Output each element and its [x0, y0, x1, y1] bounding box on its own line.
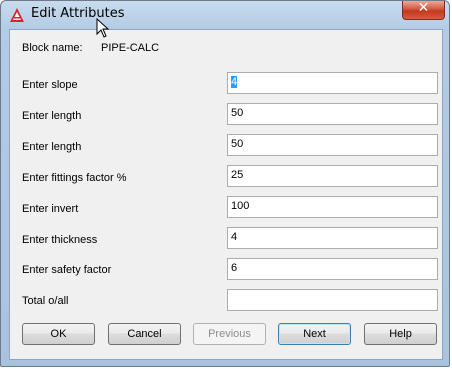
slope-input[interactable]: 4: [227, 72, 438, 94]
ok-button[interactable]: OK: [22, 323, 95, 345]
mouse-pointer-icon: [96, 18, 110, 38]
autocad-logo-icon: [10, 8, 24, 22]
close-icon: ✕: [417, 0, 430, 16]
field-label-length-2: Enter length: [22, 141, 82, 153]
dialog-body: Block name: PIPE-CALC Enter slope 4 Ente…: [9, 29, 443, 360]
field-label-slope: Enter slope: [22, 79, 78, 91]
field-label-length-1: Enter length: [22, 110, 82, 122]
field-label-total-overall: Total o/all: [22, 295, 69, 307]
next-button[interactable]: Next: [278, 323, 351, 345]
fittings-factor-input[interactable]: 25: [227, 165, 438, 187]
invert-input[interactable]: 100: [227, 196, 438, 218]
length-input-1[interactable]: 50: [227, 103, 438, 125]
length-input-2[interactable]: 50: [227, 134, 438, 156]
cancel-button[interactable]: Cancel: [108, 323, 181, 345]
previous-button[interactable]: Previous: [193, 323, 266, 345]
field-label-fittings-factor: Enter fittings factor %: [22, 172, 127, 184]
field-label-invert: Enter invert: [22, 203, 79, 215]
edit-attributes-dialog: Edit Attributes ✕ Block name: PIPE-CALC …: [0, 0, 450, 367]
thickness-input[interactable]: 4: [227, 227, 438, 249]
close-button[interactable]: ✕: [402, 0, 445, 20]
field-label-safety-factor: Enter safety factor: [22, 264, 112, 276]
block-name-value: PIPE-CALC: [101, 42, 160, 54]
total-overall-input[interactable]: [227, 289, 438, 311]
dialog-title: Edit Attributes: [31, 6, 125, 21]
help-button[interactable]: Help: [364, 323, 437, 345]
safety-factor-input[interactable]: 6: [227, 258, 438, 280]
field-label-thickness: Enter thickness: [22, 234, 98, 246]
block-name-label: Block name:: [22, 42, 83, 54]
slope-input-value: 4: [231, 76, 238, 88]
title-bar[interactable]: Edit Attributes ✕: [1, 0, 449, 29]
